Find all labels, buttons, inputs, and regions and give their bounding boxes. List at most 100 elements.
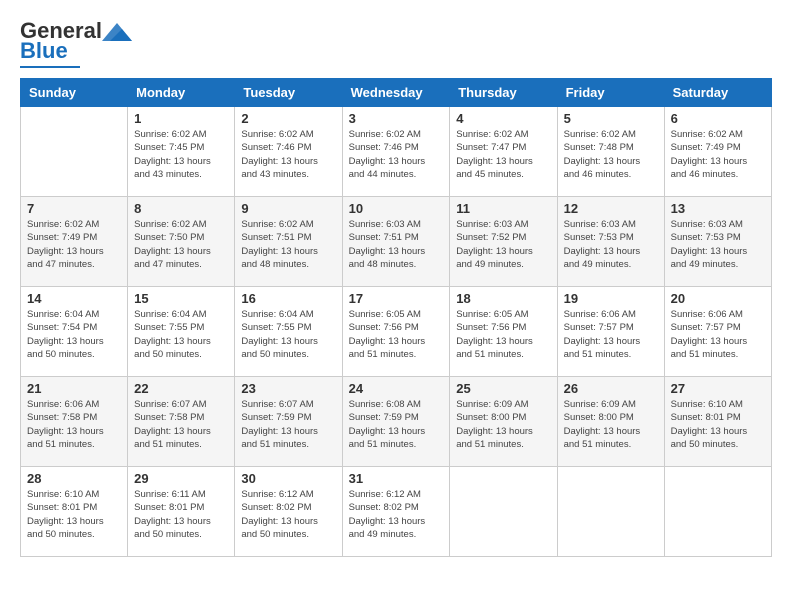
day-info: Sunrise: 6:06 AM Sunset: 7:57 PM Dayligh… (671, 308, 765, 361)
day-info: Sunrise: 6:02 AM Sunset: 7:46 PM Dayligh… (349, 128, 444, 181)
calendar-cell: 9 Sunrise: 6:02 AM Sunset: 7:51 PM Daylig… (235, 197, 342, 287)
weekday-header: Friday (557, 79, 664, 107)
calendar-cell: 20 Sunrise: 6:06 AM Sunset: 7:57 PM Dayli… (664, 287, 771, 377)
day-number: 28 (27, 471, 121, 486)
calendar-cell: 10Sunrise: 6:03 AM Sunset: 7:51 PM Dayli… (342, 197, 450, 287)
calendar-cell: 17Sunrise: 6:05 AM Sunset: 7:56 PM Dayli… (342, 287, 450, 377)
day-info: Sunrise: 6:11 AM Sunset: 8:01 PM Dayligh… (134, 488, 228, 541)
day-info: Sunrise: 6:10 AM Sunset: 8:01 PM Dayligh… (671, 398, 765, 451)
day-info: Sunrise: 6:06 AM Sunset: 7:58 PM Dayligh… (27, 398, 121, 451)
calendar-cell (664, 467, 771, 557)
weekday-header: Wednesday (342, 79, 450, 107)
day-info: Sunrise: 6:07 AM Sunset: 7:59 PM Dayligh… (241, 398, 335, 451)
calendar-cell (21, 107, 128, 197)
day-info: Sunrise: 6:12 AM Sunset: 8:02 PM Dayligh… (241, 488, 335, 541)
calendar-cell: 25 Sunrise: 6:09 AM Sunset: 8:00 PM Dayli… (450, 377, 557, 467)
day-number: 18 (456, 291, 550, 306)
calendar-cell (557, 467, 664, 557)
weekday-header: Tuesday (235, 79, 342, 107)
day-info: Sunrise: 6:03 AM Sunset: 7:53 PM Dayligh… (564, 218, 658, 271)
calendar-cell: 7 Sunrise: 6:02 AM Sunset: 7:49 PM Daylig… (21, 197, 128, 287)
day-number: 27 (671, 381, 765, 396)
day-info: Sunrise: 6:04 AM Sunset: 7:54 PM Dayligh… (27, 308, 121, 361)
day-number: 31 (349, 471, 444, 486)
calendar-cell: 3 Sunrise: 6:02 AM Sunset: 7:46 PM Daylig… (342, 107, 450, 197)
day-number: 12 (564, 201, 658, 216)
calendar-week-row: 1Sunrise: 6:02 AM Sunset: 7:45 PM Daylig… (21, 107, 772, 197)
day-info: Sunrise: 6:02 AM Sunset: 7:51 PM Dayligh… (241, 218, 335, 271)
day-info: Sunrise: 6:02 AM Sunset: 7:50 PM Dayligh… (134, 218, 228, 271)
page-header: General Blue (20, 20, 772, 68)
day-number: 7 (27, 201, 121, 216)
day-number: 20 (671, 291, 765, 306)
calendar-week-row: 28 Sunrise: 6:10 AM Sunset: 8:01 PM Dayli… (21, 467, 772, 557)
calendar-cell: 16 Sunrise: 6:04 AM Sunset: 7:55 PM Dayli… (235, 287, 342, 377)
day-number: 26 (564, 381, 658, 396)
day-info: Sunrise: 6:03 AM Sunset: 7:53 PM Dayligh… (671, 218, 765, 271)
day-info: Sunrise: 6:06 AM Sunset: 7:57 PM Dayligh… (564, 308, 658, 361)
calendar-cell: 18 Sunrise: 6:05 AM Sunset: 7:56 PM Dayli… (450, 287, 557, 377)
calendar-cell: 1Sunrise: 6:02 AM Sunset: 7:45 PM Daylig… (128, 107, 235, 197)
day-info: Sunrise: 6:09 AM Sunset: 8:00 PM Dayligh… (456, 398, 550, 451)
calendar-cell: 21 Sunrise: 6:06 AM Sunset: 7:58 PM Dayli… (21, 377, 128, 467)
calendar-week-row: 14 Sunrise: 6:04 AM Sunset: 7:54 PM Dayli… (21, 287, 772, 377)
day-number: 13 (671, 201, 765, 216)
calendar-cell: 2Sunrise: 6:02 AM Sunset: 7:46 PM Daylig… (235, 107, 342, 197)
calendar-cell: 13 Sunrise: 6:03 AM Sunset: 7:53 PM Dayli… (664, 197, 771, 287)
day-number: 21 (27, 381, 121, 396)
logo-blue-text: Blue (20, 38, 68, 63)
day-number: 11 (456, 201, 550, 216)
calendar-week-row: 7 Sunrise: 6:02 AM Sunset: 7:49 PM Daylig… (21, 197, 772, 287)
day-info: Sunrise: 6:02 AM Sunset: 7:48 PM Dayligh… (564, 128, 658, 181)
calendar-cell (450, 467, 557, 557)
day-info: Sunrise: 6:04 AM Sunset: 7:55 PM Dayligh… (241, 308, 335, 361)
day-number: 6 (671, 111, 765, 126)
logo-icon (102, 23, 132, 41)
weekday-header-row: SundayMondayTuesdayWednesdayThursdayFrid… (21, 79, 772, 107)
day-number: 9 (241, 201, 335, 216)
day-info: Sunrise: 6:04 AM Sunset: 7:55 PM Dayligh… (134, 308, 228, 361)
day-number: 25 (456, 381, 550, 396)
calendar-body: 1Sunrise: 6:02 AM Sunset: 7:45 PM Daylig… (21, 107, 772, 557)
day-number: 1 (134, 111, 228, 126)
calendar-cell: 22 Sunrise: 6:07 AM Sunset: 7:58 PM Dayli… (128, 377, 235, 467)
weekday-header: Saturday (664, 79, 771, 107)
calendar-cell: 4 Sunrise: 6:02 AM Sunset: 7:47 PM Daylig… (450, 107, 557, 197)
day-info: Sunrise: 6:07 AM Sunset: 7:58 PM Dayligh… (134, 398, 228, 451)
calendar-cell: 30 Sunrise: 6:12 AM Sunset: 8:02 PM Dayli… (235, 467, 342, 557)
calendar: SundayMondayTuesdayWednesdayThursdayFrid… (20, 78, 772, 557)
day-info: Sunrise: 6:02 AM Sunset: 7:47 PM Dayligh… (456, 128, 550, 181)
logo-divider (20, 66, 80, 68)
day-info: Sunrise: 6:08 AM Sunset: 7:59 PM Dayligh… (349, 398, 444, 451)
day-info: Sunrise: 6:10 AM Sunset: 8:01 PM Dayligh… (27, 488, 121, 541)
day-number: 8 (134, 201, 228, 216)
calendar-cell: 14 Sunrise: 6:04 AM Sunset: 7:54 PM Dayli… (21, 287, 128, 377)
calendar-cell: 19 Sunrise: 6:06 AM Sunset: 7:57 PM Dayli… (557, 287, 664, 377)
day-number: 3 (349, 111, 444, 126)
calendar-cell: 27 Sunrise: 6:10 AM Sunset: 8:01 PM Dayli… (664, 377, 771, 467)
day-info: Sunrise: 6:09 AM Sunset: 8:00 PM Dayligh… (564, 398, 658, 451)
calendar-cell: 31 Sunrise: 6:12 AM Sunset: 8:02 PM Dayli… (342, 467, 450, 557)
day-number: 19 (564, 291, 658, 306)
day-info: Sunrise: 6:03 AM Sunset: 7:51 PM Dayligh… (349, 218, 444, 271)
calendar-cell: 23 Sunrise: 6:07 AM Sunset: 7:59 PM Dayli… (235, 377, 342, 467)
day-number: 14 (27, 291, 121, 306)
calendar-cell: 24 Sunrise: 6:08 AM Sunset: 7:59 PM Dayli… (342, 377, 450, 467)
calendar-cell: 11Sunrise: 6:03 AM Sunset: 7:52 PM Dayli… (450, 197, 557, 287)
weekday-header: Monday (128, 79, 235, 107)
day-info: Sunrise: 6:05 AM Sunset: 7:56 PM Dayligh… (456, 308, 550, 361)
day-info: Sunrise: 6:12 AM Sunset: 8:02 PM Dayligh… (349, 488, 444, 541)
day-number: 23 (241, 381, 335, 396)
day-number: 22 (134, 381, 228, 396)
day-number: 30 (241, 471, 335, 486)
day-number: 29 (134, 471, 228, 486)
calendar-cell: 6 Sunrise: 6:02 AM Sunset: 7:49 PM Daylig… (664, 107, 771, 197)
day-number: 16 (241, 291, 335, 306)
day-info: Sunrise: 6:02 AM Sunset: 7:49 PM Dayligh… (27, 218, 121, 271)
day-info: Sunrise: 6:02 AM Sunset: 7:49 PM Dayligh… (671, 128, 765, 181)
day-number: 24 (349, 381, 444, 396)
calendar-cell: 5Sunrise: 6:02 AM Sunset: 7:48 PM Daylig… (557, 107, 664, 197)
day-number: 4 (456, 111, 550, 126)
day-number: 2 (241, 111, 335, 126)
weekday-header: Thursday (450, 79, 557, 107)
